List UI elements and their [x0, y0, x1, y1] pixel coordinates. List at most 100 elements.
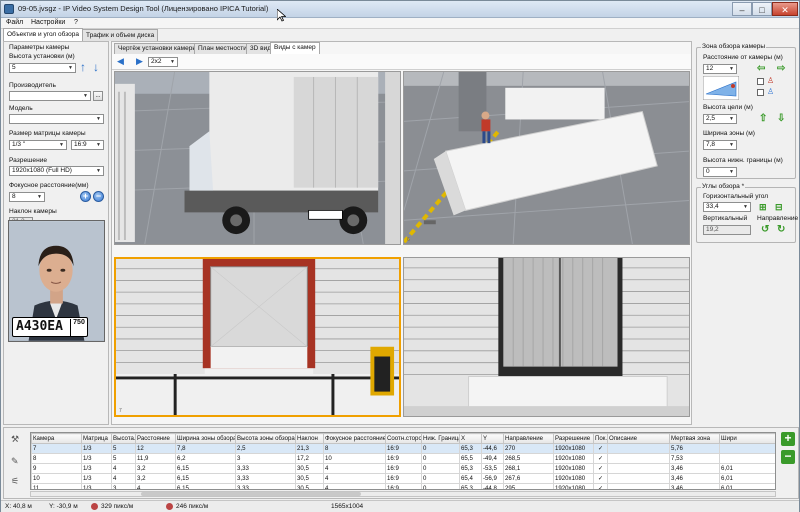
zone-width-value: 7,8	[706, 141, 716, 148]
expand-icon[interactable]: ⊞	[759, 202, 767, 213]
menu-file[interactable]: Файл	[6, 19, 23, 26]
col-header[interactable]: Соотн.сторон	[385, 433, 422, 444]
tab-lens-angle[interactable]: Объектив и угол обзора	[3, 28, 83, 41]
vertical-angle-field: 19,2	[703, 225, 751, 235]
table-cell: 16:9	[385, 463, 422, 474]
truck-scene	[115, 72, 400, 244]
show-checkbox[interactable]: ✓	[593, 453, 608, 464]
show-checkbox[interactable]: ✓	[593, 483, 608, 489]
col-header[interactable]: Высота зоны обзора	[235, 433, 296, 444]
menu-help[interactable]: ?	[74, 19, 78, 26]
camera-table[interactable]: Камера Матрица Высота... Расстояние Шири…	[30, 432, 776, 490]
col-header[interactable]: Фокусное расстояние	[323, 433, 386, 444]
table-cell: -56,9	[481, 473, 504, 484]
zoom-out-button[interactable]: −	[93, 191, 104, 202]
show-checkbox[interactable]: ✓	[593, 473, 608, 484]
tab-install-drawing[interactable]: Чертёж установки камеры	[114, 43, 202, 54]
height-label: Высота установки (м)	[9, 53, 75, 60]
rotate-right-icon[interactable]: ↻	[777, 224, 785, 235]
resolution-select[interactable]: 1920x1080 (Full HD) ▼	[9, 166, 104, 176]
target-height-select[interactable]: 2,5 ▼	[703, 114, 737, 124]
table-cell: 3,46	[669, 473, 720, 484]
table-cell: 0	[421, 443, 460, 454]
model-select[interactable]: ▼	[9, 114, 104, 124]
aspect-select[interactable]: 16:9 ▼	[71, 140, 104, 150]
tab-site-plan[interactable]: План местности	[194, 43, 251, 54]
col-header[interactable]: Наклон	[295, 433, 324, 444]
pencil-icon[interactable]: ✎	[11, 456, 19, 467]
camera-view-gate[interactable]: 7	[114, 257, 401, 417]
add-camera-button[interactable]: +	[781, 432, 795, 446]
horizontal-angle-select[interactable]: 33,4 ▼	[703, 202, 751, 212]
table-row[interactable]: 7 1/3 5 12 7,8 2,5 21,3 8 16:9 0 65,3 -44,6 270 1920x…	[31, 443, 775, 454]
distance-select[interactable]: 12 ▼	[703, 64, 737, 74]
aspect-value: 16:9	[74, 141, 87, 148]
col-header[interactable]: Расстояние	[135, 433, 176, 444]
table-cell	[607, 473, 670, 484]
col-header[interactable]: Шири	[719, 433, 775, 444]
window-title: 09-05.jvsgz - IP Video System Design Too…	[18, 4, 269, 13]
col-header[interactable]: Направление	[503, 433, 554, 444]
rotate-left-icon[interactable]: ↺	[761, 224, 769, 235]
camera-view-yard[interactable]: 6	[403, 71, 690, 245]
focal-select[interactable]: 8 ▼	[9, 192, 45, 202]
view-number: 6	[407, 237, 410, 243]
arrow-left-icon[interactable]: ⇦	[757, 64, 765, 74]
tab-traffic-disk[interactable]: Трафик и объем диска	[82, 29, 159, 41]
arrow-down-icon[interactable]: ↓	[93, 61, 99, 73]
maximize-button[interactable]: □	[752, 2, 772, 16]
maker-browse-button[interactable]: ...	[93, 91, 103, 101]
camera-view-door[interactable]	[403, 257, 690, 417]
col-header[interactable]: Разрешение	[553, 433, 594, 444]
col-header[interactable]: Ниж. Граница	[421, 433, 460, 444]
col-header[interactable]: Мертвая зона	[669, 433, 720, 444]
next-arrow-icon[interactable]: ▶	[136, 57, 143, 66]
angles-group: Углы обзора * Горизонтальный угол 33,4 ▼ …	[696, 183, 798, 243]
height-field[interactable]: 5 ▼	[9, 63, 76, 73]
close-button[interactable]: ✕	[772, 2, 798, 16]
arrow-right-icon[interactable]: ⇨	[777, 64, 785, 74]
table-cell: 3	[235, 453, 296, 464]
table-row[interactable]: 8 1/3 5 11,9 6,2 3 17,2 10 16:9 0 65,5 -49,4 268,5 19…	[31, 453, 775, 464]
camera-view-truck[interactable]	[114, 71, 401, 245]
col-header[interactable]: Матрица	[81, 433, 112, 444]
chevron-down-icon: ▼	[170, 59, 175, 65]
col-header[interactable]: X	[459, 433, 482, 444]
zone-option-2-checkbox[interactable]	[757, 89, 764, 96]
lower-bound-select[interactable]: 0 ▼	[703, 167, 737, 177]
col-header[interactable]: Камера	[31, 433, 82, 444]
zone-width-select[interactable]: 7,8 ▼	[703, 140, 737, 150]
arrow-down-icon[interactable]: ⇩	[777, 114, 785, 124]
status-density-2: 246 пикс/м	[176, 503, 209, 510]
col-header[interactable]: Ширина зоны обзора	[175, 433, 236, 444]
table-cell: 5	[111, 453, 136, 464]
table-cell: 65,3	[459, 463, 482, 474]
pixel-density-icon	[91, 503, 98, 510]
col-header[interactable]: Описание	[607, 433, 670, 444]
maker-select[interactable]: ▼	[9, 91, 91, 101]
col-header[interactable]: Высота...	[111, 433, 136, 444]
col-header[interactable]: Y	[481, 433, 504, 444]
collapse-icon[interactable]: ⊟	[775, 202, 783, 213]
tools-icon[interactable]: ⚒	[11, 434, 19, 445]
prev-arrow-icon[interactable]: ◀	[117, 57, 124, 66]
matrix-select[interactable]: 1/3 " ▼	[9, 140, 67, 150]
table-row[interactable]: 10 1/3 4 3,2 6,15 3,33 30,5 4 16:9 0 65,4 -56,9 267,…	[31, 473, 775, 484]
minimize-button[interactable]: –	[732, 2, 752, 16]
tab-camera-views[interactable]: Виды с камер	[270, 42, 320, 54]
remove-camera-button[interactable]: −	[781, 450, 795, 464]
col-header[interactable]: Пок...	[593, 433, 608, 444]
arrow-up-icon[interactable]: ⇧	[759, 114, 767, 124]
layout-select[interactable]: 2x2 ▼	[148, 57, 178, 67]
scrollbar-thumb[interactable]	[141, 492, 361, 496]
show-checkbox[interactable]: ✓	[593, 443, 608, 454]
arrow-up-icon[interactable]: ↑	[80, 61, 86, 73]
table-row[interactable]: 9 1/3 4 3,2 6,15 3,33 30,5 4 16:9 0 65,3 -53,5 268,1…	[31, 463, 775, 474]
table-row[interactable]: 11 1/3 3 4 6,15 3,33 30,5 4 16:9 0 65,3 -44,8 295 192…	[31, 483, 775, 489]
show-checkbox[interactable]: ✓	[593, 463, 608, 474]
measure-icon[interactable]: ⚟	[11, 476, 19, 487]
zoom-in-button[interactable]: +	[80, 191, 91, 202]
menu-settings[interactable]: Настройки	[31, 19, 65, 26]
table-hscrollbar[interactable]	[30, 491, 776, 497]
zone-option-1-checkbox[interactable]	[757, 78, 764, 85]
